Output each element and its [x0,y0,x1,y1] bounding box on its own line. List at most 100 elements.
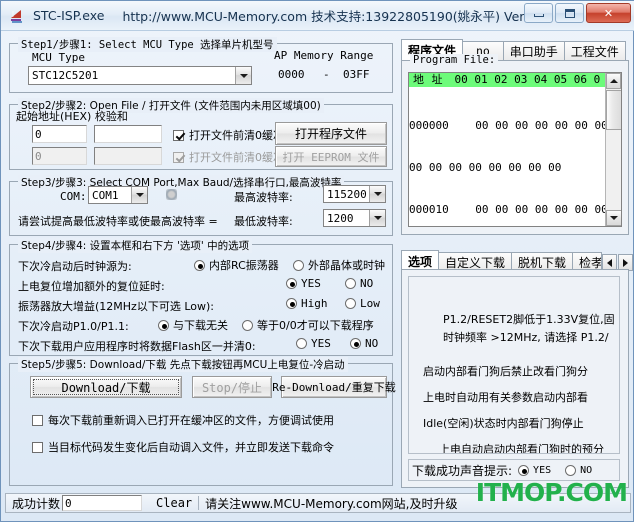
clear-buffer-label-2: 打开文件前清0缓冲 [189,151,284,164]
step4-row3-option2-label: 等于0/0才可以下载程序 [257,319,374,332]
mcu-type-label: MCU Type [32,51,85,64]
min-baud-label: 最低波特率: [234,215,293,228]
success-count-input[interactable] [62,495,143,511]
tab-custom-download-label: 自定义下载 [445,255,506,270]
download-sound-no[interactable]: NO [565,464,593,476]
hex-row: 000010 00 00 00 00 00 00 00 0 [409,203,621,217]
start-address-input-1[interactable] [32,125,87,143]
radio-icon [345,278,356,289]
step5-group: Step5/步骤5: Download/下载 先点下载按钮再MCU上电复位-冷启… [9,357,396,486]
program-file-legend: Program File: [410,54,499,66]
step4-row3-option1[interactable]: 与下载无关 [158,317,228,333]
bottom-tab-strip: 选项 自定义下载 脱机下载 检孝 [401,250,634,271]
radio-icon [293,259,304,271]
radio-icon [286,298,297,309]
hex-viewer[interactable]: 地 址 00 01 02 03 04 05 06 0 000000 00 00 … [408,72,622,227]
window-title-url: http://www.MCU-Memory.com 技术支持:139228051… [122,9,547,24]
step4-row1-option2[interactable]: NO [345,277,373,290]
tab-project-file[interactable]: 工程文件 [563,41,626,60]
hex-row-1-hi: 00 00 00 00 00 00 00 0 [475,203,621,216]
step4-row1-option1[interactable]: YES [286,277,321,290]
title-bar: STC-ISP.exe http://www.MCU-Memory.com 技术… [1,1,634,31]
open-program-file-button[interactable]: 打开程序文件 [275,122,387,145]
step4-row2-option1[interactable]: High [286,297,328,310]
com-port-combo[interactable]: COM1 [88,186,148,204]
chevron-down-icon[interactable] [369,210,385,226]
checkbox-icon [32,414,43,426]
hex-header-row: 地 址 00 01 02 03 04 05 06 0 [409,73,621,87]
hex-row-1-addr: 000010 [409,203,449,216]
stop-button-label: Stop/停止 [201,380,263,395]
step1-legend: Step1/步骤1: Select MCU Type 选择单片机型号 [18,37,277,52]
app-icon [8,7,26,25]
status-divider [198,496,200,510]
step4-row4-option2-label: NO [365,337,379,350]
step4-row2-option2[interactable]: Low [345,297,380,310]
tab-options[interactable]: 选项 [401,250,440,271]
chevron-down-icon[interactable] [235,67,251,84]
radio-icon [286,278,297,289]
options-content: P1.2/RESET2脚低于1.33V复位,固 时钟频率 >12MHz, 请选择… [408,276,620,454]
hex-row: 000000 00 00 00 00 00 00 00 0 [409,119,621,133]
minimize-button[interactable] [524,3,553,23]
option-line-3: 上电时自动用有关参数启动内部看 [423,391,588,404]
step4-legend: Step4/步骤4: 设置本框和右下方 '选项' 中的选项 [18,238,253,253]
step4-row4-option1[interactable]: YES [296,337,331,350]
hex-rows: 000000 00 00 00 00 00 00 00 0 00 00 00 0… [409,87,621,226]
download-sound-label: 下载成功声音提示: [412,463,513,478]
mcu-type-combo[interactable]: STC12C5201 [28,66,252,85]
option-line-0: P1.2/RESET2脚低于1.33V复位,固 [443,313,615,326]
step4-row0-option1-label: 内部RC振荡器 [209,259,279,272]
step4-row3-option2[interactable]: 等于0/0才可以下载程序 [242,317,374,333]
step3-group: Step3/步骤3: Select COM Port,Max Baud/选择串行… [9,175,393,236]
radio-icon [350,338,361,349]
chevron-down-icon[interactable] [131,187,147,203]
close-button[interactable]: ✕ [586,3,631,23]
tab-offline-download-label: 脱机下载 [518,255,567,270]
step4-group: Step4/步骤4: 设置本框和右下方 '选项' 中的选项 下次冷启动后时钟源为… [9,238,393,356]
checksum-input-1[interactable] [94,125,162,143]
radio-icon [345,298,356,309]
start-address-input-2[interactable] [32,147,87,165]
status-bar: 成功计数 Clear 请关注www.MCU-Memory.com网站,及时升级 [5,493,631,513]
download-sound-yes-label: YES [533,464,552,476]
clear-buffer-checkbox-1[interactable]: 打开文件前清0缓冲 [173,127,284,143]
chevron-down-icon[interactable] [369,186,385,202]
hex-vertical-scrollbar[interactable] [605,73,621,226]
min-baud-value: 1200 [327,211,354,225]
download-sound-yes[interactable]: YES [518,464,552,476]
checksum-input-2[interactable] [94,147,162,165]
clear-buffer-label-1: 打开文件前清0缓冲 [189,129,284,142]
scrollbar-thumb[interactable] [606,90,621,130]
step4-row4-option2[interactable]: NO [350,337,378,350]
scroll-down-button[interactable] [606,210,621,226]
stop-button[interactable]: Stop/停止 [192,376,272,398]
step4-row0-option2-label: 外部晶体或时钟 [308,259,385,272]
maximize-button[interactable] [555,3,584,23]
tab-serial-assistant[interactable]: 串口助手 [502,41,565,60]
open-program-file-label: 打开程序文件 [294,127,367,141]
download-sound-no-label: NO [580,464,593,476]
mem-range-dash: - [323,68,330,81]
max-baud-combo[interactable]: 115200 [323,185,386,203]
hex-row-0-lo: 00 00 00 00 00 00 00 00 [409,161,562,174]
radio-icon [296,338,307,349]
com-label: COM: [60,190,87,203]
radio-icon [242,319,253,331]
scroll-up-button[interactable] [606,73,621,89]
reload-before-download-checkbox[interactable]: 每次下载前重新调入已打开在缓冲区的文件，方便调试使用 [32,412,334,428]
step4-row0-option1[interactable]: 内部RC振荡器 [194,257,279,273]
radio-icon [158,319,169,331]
step4-row4-label: 下次下载用户应用程序时将数据Flash区一并清0: [18,340,256,353]
auto-reload-on-change-checkbox[interactable]: 当目标代码发生变化后自动调入文件，并立即发送下载命令 [32,439,334,455]
step4-row0-option2[interactable]: 外部晶体或时钟 [293,257,385,273]
hex-row-0-addr: 000000 [409,119,449,132]
download-button[interactable]: Download/下载 [30,376,182,398]
clear-buffer-checkbox-2[interactable]: 打开文件前清0缓冲 [173,149,284,165]
max-baud-label: 最高波特率: [234,191,293,204]
checkbox-icon [32,441,43,453]
min-baud-combo[interactable]: 1200 [323,209,386,227]
clear-button[interactable]: Clear [156,496,192,510]
re-download-button[interactable]: Re-Download/重复下载 [272,376,396,398]
open-eeprom-file-button[interactable]: 打开 EEPROM 文件 [275,146,387,167]
